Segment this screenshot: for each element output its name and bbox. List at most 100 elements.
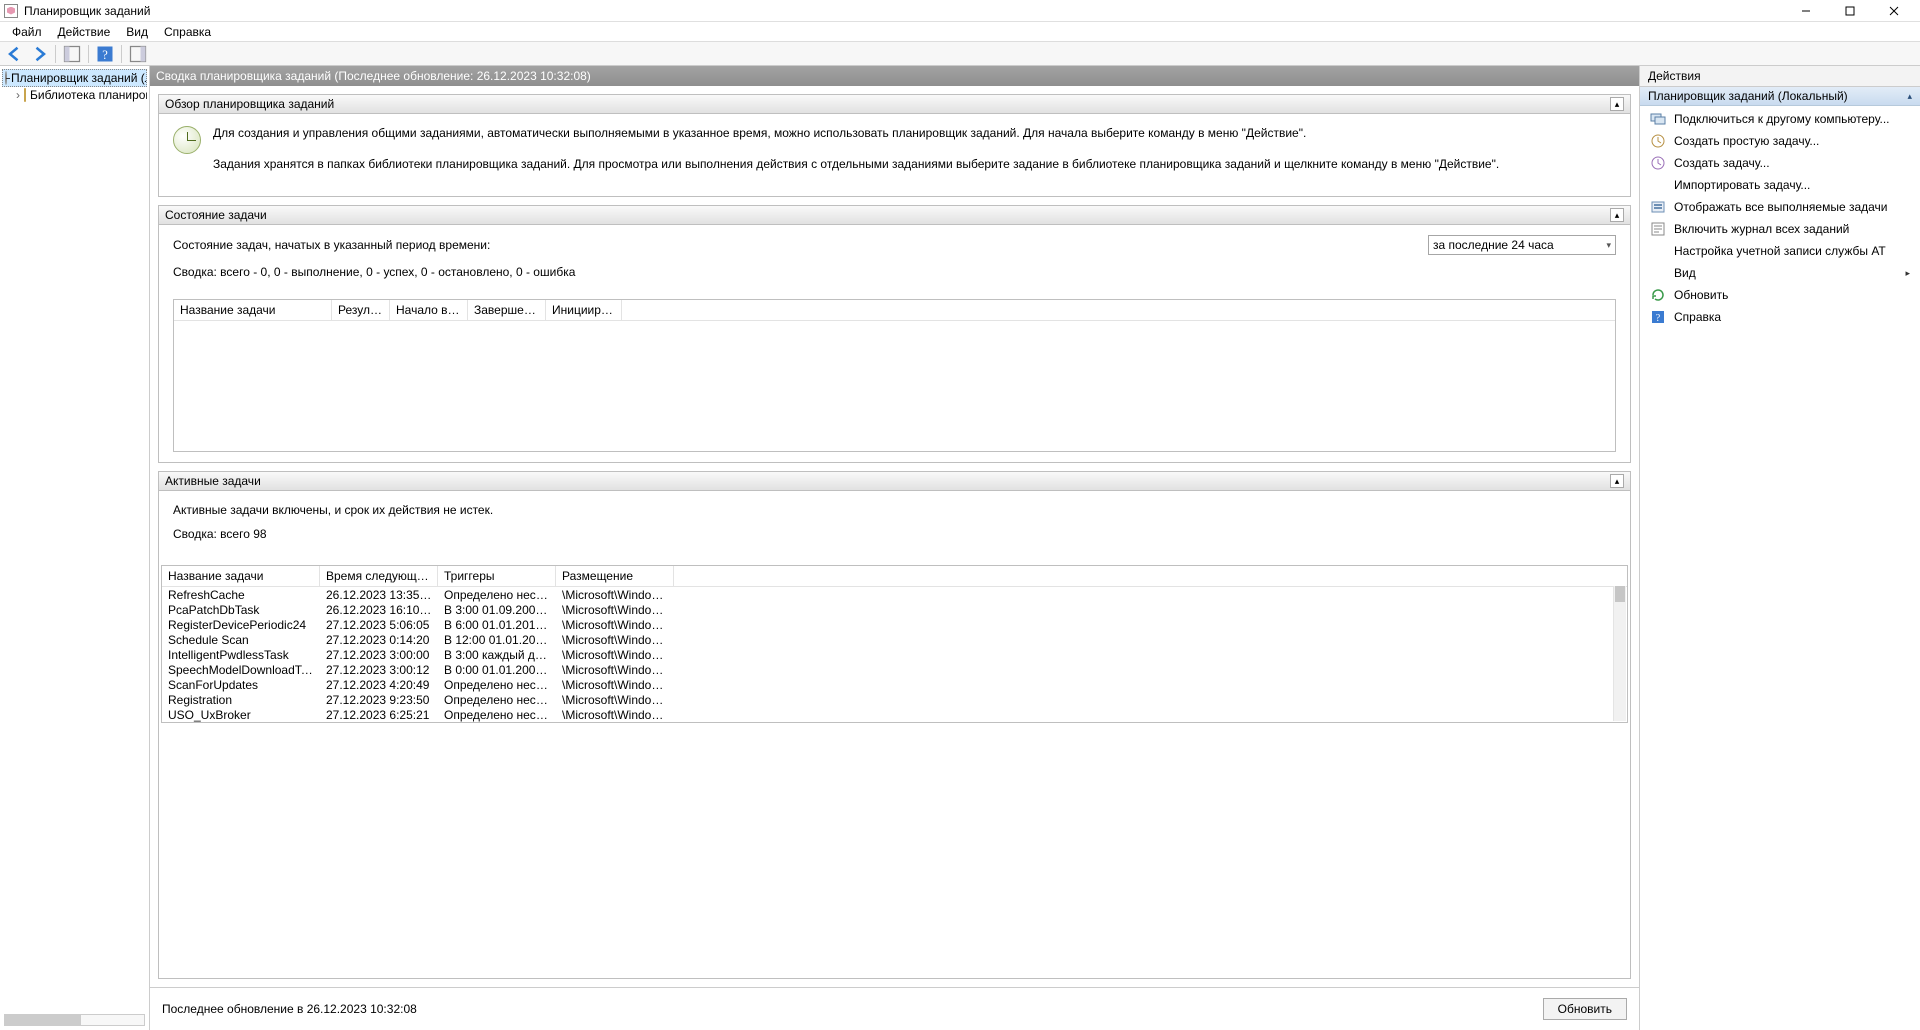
actions-list: Подключиться к другому компьютеру... Соз… — [1640, 106, 1920, 330]
toolbar-separator — [88, 45, 89, 63]
cell-name: ScanForUpdates — [162, 678, 320, 692]
action-create-basic-task[interactable]: Создать простую задачу... — [1640, 130, 1920, 152]
action-label: Создать простую задачу... — [1674, 134, 1819, 148]
active-tasks-table: Название задачи Время следующего зап... … — [161, 565, 1628, 723]
col-end[interactable]: Завершение в... — [468, 300, 546, 320]
table-row[interactable]: ScanForUpdates27.12.2023 4:20:49Определе… — [162, 677, 1627, 692]
refresh-button[interactable]: Обновить — [1543, 998, 1627, 1020]
nav-forward-button[interactable] — [28, 44, 50, 64]
action-label: Отображать все выполняемые задачи — [1674, 200, 1888, 214]
menu-file[interactable]: Файл — [4, 25, 50, 39]
cell-location: \Microsoft\Windows\In... — [556, 678, 674, 692]
cell-next-run: 26.12.2023 13:35:00 — [320, 588, 438, 602]
view-icon — [1650, 265, 1666, 281]
action-show-running[interactable]: Отображать все выполняемые задачи — [1640, 196, 1920, 218]
action-at-service-account[interactable]: Настройка учетной записи службы AT — [1640, 240, 1920, 262]
action-label: Подключиться к другому компьютеру... — [1674, 112, 1890, 126]
table-row[interactable]: PcaPatchDbTask26.12.2023 16:10:55В 3:00 … — [162, 602, 1627, 617]
show-hide-actions-button[interactable] — [127, 44, 149, 64]
task-status-body: Состояние задач, начатых в указанный пер… — [159, 225, 1630, 462]
table-row[interactable]: IntelligentPwdlessTask27.12.2023 3:00:00… — [162, 647, 1627, 662]
nav-back-button[interactable] — [4, 44, 26, 64]
overview-paragraph-1: Для создания и управления общими задания… — [213, 124, 1499, 143]
horizontal-scrollbar[interactable] — [4, 1014, 145, 1026]
collapse-icon[interactable]: ▴ — [1610, 208, 1624, 222]
cell-location: \Microsoft\Windows\U... — [556, 708, 674, 722]
col-initiated[interactable]: Инициировано — [546, 300, 622, 320]
col-triggers[interactable]: Триггеры — [438, 566, 556, 586]
menu-action[interactable]: Действие — [50, 25, 119, 39]
tree-library-node[interactable]: › Библиотека планировщ — [2, 87, 147, 103]
menu-view[interactable]: Вид — [118, 25, 156, 39]
active-table-body[interactable]: RefreshCache26.12.2023 13:35:00Определен… — [162, 587, 1627, 722]
minimize-button[interactable] — [1784, 0, 1828, 22]
collapse-icon[interactable]: ▴ — [1610, 97, 1624, 111]
cell-name: Registration — [162, 693, 320, 707]
col-next-run[interactable]: Время следующего зап... — [320, 566, 438, 586]
cell-triggers: Определено нескольк... — [438, 588, 556, 602]
table-row[interactable]: SpeechModelDownloadTask27.12.2023 3:00:1… — [162, 662, 1627, 677]
menu-help[interactable]: Справка — [156, 25, 219, 39]
tree-library-label: Библиотека планировщ — [30, 88, 147, 102]
task-status-header[interactable]: Состояние задачи ▴ — [159, 206, 1630, 225]
cell-name: RegisterDevicePeriodic24 — [162, 618, 320, 632]
help-icon: ? — [1650, 309, 1666, 325]
action-create-task[interactable]: Создать задачу... — [1640, 152, 1920, 174]
svg-text:?: ? — [102, 48, 108, 62]
action-label: Вид — [1674, 266, 1696, 280]
expand-icon[interactable]: › — [16, 88, 20, 102]
active-tasks-title: Активные задачи — [165, 474, 261, 488]
clock-icon — [173, 126, 201, 154]
close-button[interactable] — [1872, 0, 1916, 22]
cell-triggers: В 3:00 каждый день — [438, 648, 556, 662]
action-refresh[interactable]: Обновить — [1640, 284, 1920, 306]
tree-root-node[interactable]: Планировщик заданий (Лок — [2, 69, 147, 87]
cell-triggers: В 12:00 01.01.2019 - Час... — [438, 633, 556, 647]
active-tasks-summary: Сводка: всего 98 — [173, 527, 1616, 541]
create-basic-icon — [1650, 133, 1666, 149]
maximize-button[interactable] — [1828, 0, 1872, 22]
status-period-label: Состояние задач, начатых в указанный пер… — [173, 238, 490, 252]
cell-next-run: 27.12.2023 4:20:49 — [320, 678, 438, 692]
status-table-header: Название задачи Результат... Начало выпо… — [174, 300, 1615, 321]
vertical-scrollbar[interactable] — [1613, 586, 1626, 721]
table-row[interactable]: RegisterDevicePeriodic2427.12.2023 5:06:… — [162, 617, 1627, 632]
cell-triggers: В 3:00 01.09.2008 - Част... — [438, 603, 556, 617]
active-tasks-header[interactable]: Активные задачи ▴ — [159, 472, 1630, 491]
table-row[interactable]: RefreshCache26.12.2023 13:35:00Определен… — [162, 587, 1627, 602]
action-help[interactable]: ? Справка — [1640, 306, 1920, 328]
chevron-down-icon: ▾ — [1606, 240, 1611, 251]
overview-text: Для создания и управления общими задания… — [213, 124, 1499, 186]
action-import-task[interactable]: Импортировать задачу... — [1640, 174, 1920, 196]
collapse-icon[interactable]: ▴ — [1610, 474, 1624, 488]
col-name[interactable]: Название задачи — [162, 566, 320, 586]
details-body: Обзор планировщика заданий ▴ Для создани… — [150, 86, 1639, 987]
action-enable-history[interactable]: Включить журнал всех заданий — [1640, 218, 1920, 240]
cell-name: IntelligentPwdlessTask — [162, 648, 320, 662]
cell-location: \Microsoft\Windows\Sp... — [556, 663, 674, 677]
action-connect[interactable]: Подключиться к другому компьютеру... — [1640, 108, 1920, 130]
scrollbar-thumb[interactable] — [1615, 586, 1625, 602]
col-result[interactable]: Результат... — [332, 300, 390, 320]
status-table-body — [174, 321, 1615, 451]
window-title: Планировщик заданий — [24, 4, 1784, 18]
task-status-panel: Состояние задачи ▴ Состояние задач, нача… — [158, 205, 1631, 463]
table-row[interactable]: Schedule Scan27.12.2023 0:14:20В 12:00 0… — [162, 632, 1627, 647]
table-row[interactable]: Registration27.12.2023 9:23:50Определено… — [162, 692, 1627, 707]
status-period-select[interactable]: за последние 24 часа ▾ — [1428, 235, 1616, 255]
overview-header[interactable]: Обзор планировщика заданий ▴ — [159, 95, 1630, 114]
col-location[interactable]: Размещение — [556, 566, 674, 586]
cell-triggers: В 6:00 01.01.2015 - Част... — [438, 618, 556, 632]
col-start[interactable]: Начало выпо... — [390, 300, 468, 320]
active-tasks-desc: Активные задачи включены, и срок их дейс… — [173, 503, 1616, 517]
action-view[interactable]: Вид ▸ — [1640, 262, 1920, 284]
col-task-name[interactable]: Название задачи — [174, 300, 332, 320]
active-tasks-body: Активные задачи включены, и срок их дейс… — [159, 491, 1630, 557]
console-tree[interactable]: Планировщик заданий (Лок › Библиотека пл… — [0, 66, 149, 106]
cell-next-run: 27.12.2023 5:06:05 — [320, 618, 438, 632]
show-hide-tree-button[interactable] — [61, 44, 83, 64]
cell-triggers: В 0:00 01.01.2004 - Част... — [438, 663, 556, 677]
table-row[interactable]: USO_UxBroker27.12.2023 6:25:21Определено… — [162, 707, 1627, 722]
help-button[interactable]: ? — [94, 44, 116, 64]
cell-next-run: 27.12.2023 9:23:50 — [320, 693, 438, 707]
